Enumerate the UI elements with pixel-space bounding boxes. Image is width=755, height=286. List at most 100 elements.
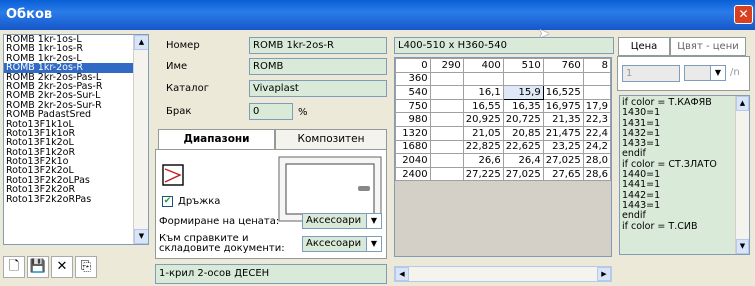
tab-strip: Диапазони Композитен xyxy=(155,129,387,150)
grid-cell[interactable]: 22,825 xyxy=(462,139,504,155)
grid-cell[interactable]: 28,6 xyxy=(582,166,611,182)
grid-cell[interactable]: 24,2 xyxy=(582,139,611,155)
chevron-down-icon[interactable]: ▼ xyxy=(710,66,725,80)
grid-cell[interactable]: 20,85 xyxy=(502,125,544,141)
list-item[interactable]: Roto13F1k1oR xyxy=(4,129,148,138)
grid-cell[interactable]: 27,65 xyxy=(542,166,584,182)
grid-cell[interactable]: 22,3 xyxy=(582,112,611,127)
row-header: 750 xyxy=(395,98,431,114)
table-row: 360 xyxy=(395,71,611,87)
grid-cell[interactable]: 15,9 xyxy=(502,85,544,100)
grid-cell[interactable]: 27,225 xyxy=(462,166,504,182)
grid-cell[interactable] xyxy=(429,112,464,127)
grid-cell[interactable] xyxy=(542,71,584,87)
grid-cell[interactable]: 16,35 xyxy=(502,98,544,114)
reports-label: Към справките и складовите документи: xyxy=(159,233,285,254)
grid-cell[interactable]: 20,725 xyxy=(502,112,544,127)
grid-cell[interactable]: 26,6 xyxy=(462,153,504,168)
list-item[interactable]: Roto13F1k2oR xyxy=(4,148,148,157)
grid-cell[interactable] xyxy=(462,71,504,87)
grid-cell[interactable] xyxy=(429,85,464,100)
grid-cell[interactable] xyxy=(429,125,464,141)
tab-price[interactable]: Цена xyxy=(618,37,670,56)
list-item[interactable]: Roto13F1k2oL xyxy=(4,138,148,147)
name-field[interactable]: ROMB xyxy=(249,58,387,75)
grid-cell[interactable]: 28,0 xyxy=(582,153,611,168)
scroll-down-icon[interactable]: ▼ xyxy=(134,229,148,244)
scrap-field[interactable]: 0 xyxy=(249,103,293,120)
reports-select[interactable]: Аксесоари ▼ xyxy=(302,236,382,252)
list-item[interactable]: Roto13F2k2oRPas xyxy=(4,195,148,204)
price-grid[interactable]: 0 290 400 510 760 8 360 540 16,1 15,9 16,525 750 16,… xyxy=(394,57,612,257)
price-field[interactable]: 1 xyxy=(622,65,680,82)
tab-ranges[interactable]: Диапазони xyxy=(158,129,275,150)
list-item[interactable]: Roto13F2k1o xyxy=(4,157,148,166)
list-item[interactable]: Roto13F1k1oL xyxy=(4,120,148,129)
chevron-down-icon[interactable]: ▼ xyxy=(366,214,381,228)
chevron-down-icon[interactable]: ▼ xyxy=(366,237,381,251)
grid-cell[interactable]: 16,975 xyxy=(542,98,584,114)
export-icon[interactable]: ⎘ xyxy=(75,256,97,278)
list-item[interactable]: Roto13F2k2oR xyxy=(4,185,148,194)
description-field[interactable]: 1-крил 2-осов ДЕСЕН xyxy=(155,264,387,284)
row-header: 2400 xyxy=(395,166,431,182)
number-field[interactable]: ROMB 1kr-2os-R xyxy=(249,37,387,54)
delete-icon[interactable]: ✕ xyxy=(51,256,73,278)
grid-cell[interactable] xyxy=(429,166,464,182)
close-button[interactable]: ✕ xyxy=(734,5,753,24)
grid-cell[interactable]: 16,55 xyxy=(462,98,504,114)
scroll-right-icon[interactable]: ▶ xyxy=(597,267,611,281)
grid-cell[interactable]: 21,05 xyxy=(462,125,504,141)
grid-horizontal-scrollbar[interactable]: ◀ ▶ xyxy=(394,266,612,282)
scroll-left-icon[interactable]: ◀ xyxy=(395,267,409,281)
grid-cell[interactable]: 21,35 xyxy=(542,112,584,127)
list-item[interactable]: ROMB 2kr-2os-Pas-R xyxy=(4,82,148,91)
grid-cell[interactable] xyxy=(429,71,464,87)
hardware-list[interactable]: ROMB 1kr-1os-L ROMB 1kr-1os-R ROMB 1kr-2os… xyxy=(3,34,149,245)
grid-cell[interactable]: 16,525 xyxy=(542,85,584,100)
list-item[interactable]: Roto13F2k2oL xyxy=(4,166,148,175)
grid-cell[interactable]: 27,025 xyxy=(502,166,544,182)
table-row: 980 20,925 20,725 21,35 22,3 xyxy=(395,112,611,127)
list-item[interactable]: ROMB 1kr-1os-L xyxy=(4,35,148,44)
list-item[interactable]: ROMB PadastSred xyxy=(4,110,148,119)
grid-cell[interactable]: 21,475 xyxy=(542,125,584,141)
pricing-select-value: Аксесоари xyxy=(306,215,362,226)
tab-composite[interactable]: Композитен xyxy=(275,129,387,150)
scroll-down-icon[interactable]: ▼ xyxy=(736,239,749,254)
price-unit-select[interactable]: ▼ xyxy=(684,65,726,81)
grid-cell[interactable] xyxy=(582,71,611,87)
grid-cell[interactable] xyxy=(502,71,544,87)
save-icon[interactable]: 💾 xyxy=(27,256,49,278)
handle-checkbox[interactable]: ✔ xyxy=(162,196,173,207)
grid-cell[interactable]: 16,1 xyxy=(462,85,504,100)
list-item[interactable]: ROMB 2kr-2os-Pas-L xyxy=(4,73,148,82)
window-type-icon[interactable] xyxy=(162,164,184,186)
grid-cell[interactable]: 17,9 xyxy=(582,98,611,114)
list-item[interactable]: ROMB 1kr-1os-R xyxy=(4,44,148,53)
grid-cell[interactable]: 27,025 xyxy=(542,153,584,168)
grid-cell[interactable]: 22,4 xyxy=(582,125,611,141)
list-item[interactable]: ROMB 1kr-2os-L xyxy=(4,54,148,63)
color-rules-text[interactable]: if color = Т.КАФЯВ 1430=1 1431=1 1432=1 1433… xyxy=(619,95,750,255)
grid-cell[interactable] xyxy=(582,85,611,100)
grid-cell[interactable] xyxy=(429,98,464,114)
list-item[interactable]: Roto13F2k2oLPas xyxy=(4,176,148,185)
grid-cell[interactable]: 22,625 xyxy=(502,139,544,155)
list-item[interactable]: ROMB 2kr-2os-Sur-R xyxy=(4,101,148,110)
tab-color-prices[interactable]: Цвят - цени xyxy=(670,37,746,56)
grid-cell[interactable]: 26,4 xyxy=(502,153,544,168)
new-icon[interactable]: 🗋 xyxy=(3,256,25,278)
scroll-up-icon[interactable]: ▲ xyxy=(736,96,749,111)
grid-cell[interactable]: 23,25 xyxy=(542,139,584,155)
list-item[interactable]: ROMB 2kr-2os-Sur-L xyxy=(4,91,148,100)
code-scrollbar[interactable]: ▲ ▼ xyxy=(735,96,749,254)
grid-cell[interactable] xyxy=(429,153,464,168)
list-item[interactable]: ROMB 1kr-2os-R xyxy=(4,63,148,73)
grid-cell[interactable]: 20,925 xyxy=(462,112,504,127)
catalog-field[interactable]: Vivaplast xyxy=(249,80,387,97)
table-row: 1680 22,825 22,625 23,25 24,2 xyxy=(395,139,611,155)
grid-cell[interactable] xyxy=(429,139,464,155)
list-scrollbar[interactable]: ▲ ▼ xyxy=(133,35,148,244)
pricing-select[interactable]: Аксесоари ▼ xyxy=(302,213,382,229)
